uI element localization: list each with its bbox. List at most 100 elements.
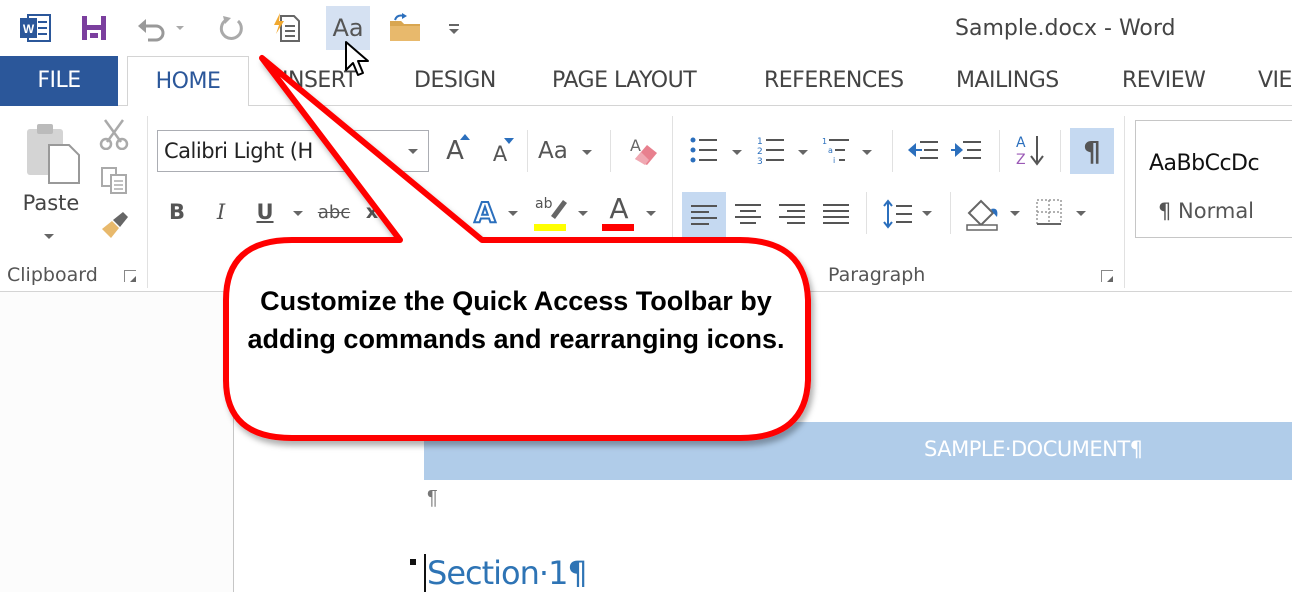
paragraph-launcher-icon[interactable] bbox=[1101, 270, 1113, 282]
svg-text:Z: Z bbox=[1016, 152, 1026, 168]
grow-font-icon[interactable]: A bbox=[438, 134, 472, 168]
separator bbox=[866, 192, 867, 234]
line-spacing-dropdown-icon[interactable] bbox=[922, 211, 932, 216]
borders-dropdown-icon[interactable] bbox=[1076, 211, 1086, 216]
decrease-indent-icon[interactable] bbox=[905, 136, 941, 164]
align-left-button[interactable] bbox=[682, 192, 726, 238]
tab-references[interactable]: REFERENCES bbox=[764, 56, 904, 106]
font-color-button[interactable]: A bbox=[604, 192, 634, 225]
font-name-combobox[interactable]: Calibri Light (H bbox=[157, 130, 429, 172]
redo-icon[interactable] bbox=[214, 6, 250, 50]
bullets-dropdown-icon[interactable] bbox=[732, 150, 742, 155]
group-separator bbox=[147, 116, 148, 288]
mouse-pointer-icon bbox=[345, 41, 369, 76]
shading-icon[interactable] bbox=[964, 194, 1004, 232]
increase-indent-icon[interactable] bbox=[948, 136, 984, 164]
clear-formatting-icon[interactable]: A bbox=[624, 132, 662, 170]
text-effects-dropdown-icon[interactable] bbox=[508, 211, 518, 216]
paste-button[interactable]: Paste bbox=[16, 190, 86, 216]
tab-page-layout[interactable]: PAGE LAYOUT bbox=[552, 56, 697, 106]
save-icon[interactable] bbox=[78, 6, 110, 50]
show-formatting-marks-button[interactable]: ¶ bbox=[1070, 128, 1114, 174]
multilevel-list-icon[interactable]: 1ai bbox=[820, 136, 852, 164]
shrink-font-icon[interactable]: A bbox=[484, 138, 516, 170]
group-separator bbox=[672, 116, 673, 288]
tab-review[interactable]: REVIEW bbox=[1122, 56, 1206, 106]
align-center-button[interactable] bbox=[730, 196, 766, 232]
clipboard-group-label: Clipboard bbox=[7, 264, 98, 286]
line-spacing-icon[interactable] bbox=[880, 196, 916, 232]
banner-text: SAMPLE·DOCUMENT¶ bbox=[924, 437, 1143, 461]
svg-text:i: i bbox=[833, 156, 835, 164]
svg-text:2: 2 bbox=[757, 147, 763, 157]
tab-file[interactable]: FILE bbox=[0, 56, 118, 106]
align-right-button[interactable] bbox=[774, 196, 810, 232]
keep-with-next-marker bbox=[410, 559, 416, 565]
word-logo-icon[interactable]: W bbox=[18, 6, 54, 50]
font-size-dropdown-icon[interactable] bbox=[408, 149, 418, 154]
tab-design[interactable]: DESIGN bbox=[414, 56, 496, 106]
customize-qat-icon[interactable] bbox=[444, 6, 464, 50]
underline-dropdown-icon[interactable] bbox=[293, 211, 303, 216]
undo-icon[interactable] bbox=[134, 6, 188, 50]
shrink-font-glyph: A bbox=[492, 142, 508, 166]
paste-icon[interactable] bbox=[22, 120, 84, 186]
style-sample: AaBbCcDc bbox=[1149, 151, 1260, 176]
bold-button[interactable]: B bbox=[164, 196, 190, 228]
sort-icon[interactable]: AZ bbox=[1012, 132, 1048, 168]
quick-print-icon[interactable] bbox=[270, 6, 304, 50]
font-color-dropdown-icon[interactable] bbox=[646, 211, 656, 216]
svg-text:3: 3 bbox=[757, 157, 763, 164]
clipboard-launcher-icon[interactable] bbox=[124, 270, 136, 282]
section-heading[interactable]: Section·1¶ bbox=[427, 554, 588, 592]
highlight-color-bar bbox=[534, 224, 566, 231]
tab-view[interactable]: VIE bbox=[1258, 56, 1292, 106]
svg-text:W: W bbox=[23, 22, 35, 36]
tab-home[interactable]: HOME bbox=[127, 56, 249, 107]
down-arrow-icon bbox=[504, 138, 514, 144]
style-name: ¶ Normal bbox=[1158, 199, 1255, 223]
shading-dropdown-icon[interactable] bbox=[1010, 211, 1020, 216]
separator bbox=[950, 192, 951, 234]
separator bbox=[610, 130, 611, 172]
empty-paragraph-mark: ¶ bbox=[427, 487, 438, 509]
paste-dropdown-icon[interactable] bbox=[44, 234, 54, 239]
copy-icon[interactable] bbox=[98, 164, 130, 196]
window-title: Sample.docx - Word bbox=[955, 16, 1176, 41]
tab-mailings[interactable]: MAILINGS bbox=[956, 56, 1059, 106]
multilevel-list-dropdown-icon[interactable] bbox=[862, 150, 872, 155]
title-bar: W Aa Sample.docx - Word bbox=[0, 0, 1292, 56]
font-color-bar bbox=[602, 224, 634, 231]
ribbon: Paste Clipboard Calibri Light (H A A Aa … bbox=[0, 106, 1292, 292]
change-case-label: Aa bbox=[538, 138, 568, 164]
font-name-value: Calibri Light (H bbox=[164, 139, 313, 163]
svg-text:1: 1 bbox=[757, 137, 763, 147]
strikethrough-button[interactable]: abc bbox=[314, 196, 354, 228]
numbering-dropdown-icon[interactable] bbox=[798, 150, 808, 155]
highlight-icon[interactable]: ab bbox=[532, 194, 570, 224]
justify-button[interactable] bbox=[818, 196, 854, 232]
svg-text:a: a bbox=[828, 146, 833, 155]
style-normal-tile[interactable]: AaBbCcDc ¶ Normal bbox=[1135, 120, 1292, 238]
svg-text:A: A bbox=[630, 136, 641, 155]
callout-text: Customize the Quick Access Toolbar by ad… bbox=[247, 286, 785, 354]
subscript-button[interactable]: x bbox=[362, 196, 382, 228]
open-folder-icon[interactable] bbox=[386, 6, 424, 50]
numbering-icon[interactable]: 123 bbox=[755, 136, 787, 164]
grow-font-glyph: A bbox=[446, 136, 464, 166]
format-painter-icon[interactable] bbox=[98, 208, 132, 242]
up-arrow-icon bbox=[460, 134, 470, 140]
text-effects-button[interactable]: A bbox=[470, 194, 500, 230]
underline-button[interactable]: U bbox=[252, 196, 278, 228]
borders-icon[interactable] bbox=[1034, 196, 1064, 228]
paragraph-group-label: Paragraph bbox=[828, 264, 926, 286]
highlight-dropdown-icon[interactable] bbox=[578, 211, 588, 216]
svg-text:A: A bbox=[1016, 135, 1026, 151]
svg-text:1: 1 bbox=[822, 137, 827, 146]
change-case-dropdown-icon[interactable] bbox=[582, 150, 592, 155]
bullets-icon[interactable] bbox=[688, 136, 720, 164]
separator bbox=[892, 130, 893, 172]
group-separator bbox=[1124, 116, 1125, 288]
italic-button[interactable]: I bbox=[208, 196, 234, 228]
cut-icon[interactable] bbox=[98, 118, 130, 150]
